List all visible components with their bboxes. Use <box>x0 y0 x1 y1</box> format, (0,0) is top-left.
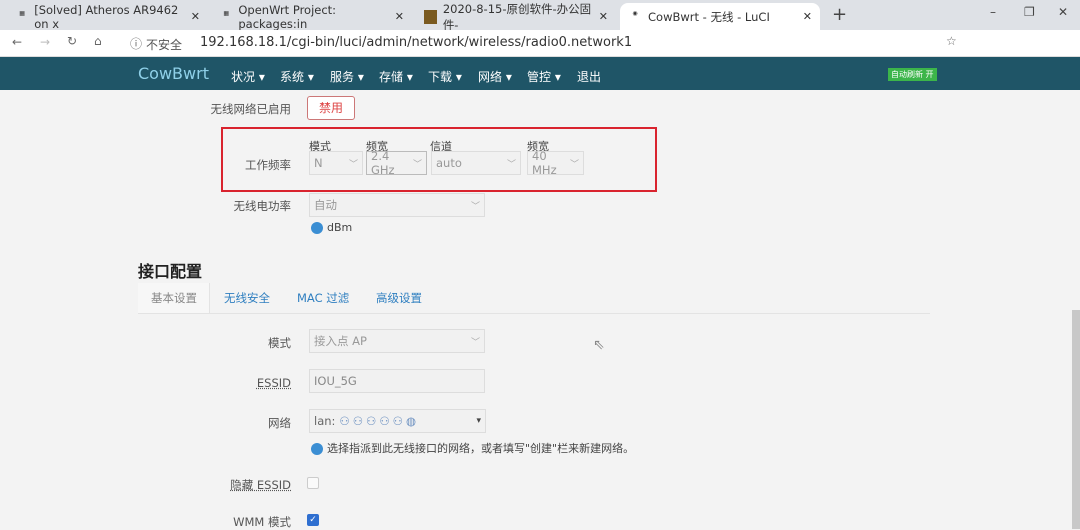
tab-advanced[interactable]: 高级设置 <box>376 290 422 306</box>
scrollbar[interactable] <box>1072 310 1080 529</box>
essid-input[interactable]: IOU_5G <box>309 369 485 393</box>
tab-security[interactable]: 无线安全 <box>224 290 270 306</box>
freq-label: 工作频率 <box>245 158 291 172</box>
nav-storage[interactable]: 存储 ▾ <box>379 68 413 85</box>
network-interface-icons: ⚇⚇⚇⚇⚇◍ <box>339 414 419 428</box>
reload-icon[interactable]: ↻ <box>67 34 77 48</box>
power-help: dBm <box>311 221 352 234</box>
nav-logout[interactable]: 退出 <box>577 68 601 85</box>
bookmark-star-icon[interactable]: ☆ <box>946 34 957 48</box>
mouse-cursor-icon: ⇖ <box>593 337 605 353</box>
iface-mode-label: 模式 <box>268 336 291 350</box>
back-icon[interactable]: ← <box>12 35 22 49</box>
disable-button[interactable]: 禁用 <box>307 96 355 120</box>
hidden-essid-label: 隐藏 ESSID <box>230 478 291 492</box>
close-tab-icon[interactable]: ✕ <box>191 10 200 23</box>
browser-tab[interactable]: 2020-8-15-原创软件-办公固件- ✕ <box>416 2 616 32</box>
url-input[interactable]: 192.168.18.1/cgi-bin/luci/admin/network/… <box>200 35 632 50</box>
close-tab-icon[interactable]: ✕ <box>395 10 404 23</box>
browser-tab-strip: ▦ [Solved] Atheros AR9462 on x ✕ ▦ OpenWrt … <box>0 0 1080 32</box>
channel-select[interactable]: auto ﹀ <box>431 151 521 175</box>
brand-logo[interactable]: CowBwrt <box>138 64 209 83</box>
new-tab-button[interactable]: + <box>832 4 847 25</box>
nav-status[interactable]: 状况 ▾ <box>231 68 265 85</box>
tab-mac-filter[interactable]: MAC 过滤 <box>297 290 349 306</box>
mode-select[interactable]: N ﹀ <box>309 151 363 175</box>
network-select[interactable]: lan: ⚇⚇⚇⚇⚇◍ ▾ <box>309 409 486 433</box>
close-window-button[interactable]: ✕ <box>1058 5 1068 19</box>
close-tab-icon[interactable]: ✕ <box>599 10 608 23</box>
hidden-essid-checkbox[interactable] <box>307 477 319 489</box>
width-select[interactable]: 40 MHz ﹀ <box>527 149 584 177</box>
info-icon: ⓘ <box>130 37 143 51</box>
nav-network[interactable]: 网络 ▾ <box>478 68 512 85</box>
power-label: 无线电功率 <box>233 199 292 213</box>
essid-label: ESSID <box>256 376 291 390</box>
nav-control[interactable]: 管控 ▾ <box>527 68 561 85</box>
power-select[interactable]: 自动 ﹀ <box>309 193 485 217</box>
close-tab-icon[interactable]: ✕ <box>803 10 812 23</box>
band-select[interactable]: 2.4 GHz ﹀ <box>366 149 427 177</box>
auto-refresh-badge[interactable]: 自动刷新 开 <box>888 68 937 81</box>
enabled-label: 无线网络已启用 <box>210 102 292 116</box>
tab-basic[interactable]: 基本设置 <box>151 290 197 306</box>
help-icon <box>311 443 323 455</box>
openwrt-icon: ▦ <box>223 9 230 17</box>
browser-tab-active[interactable]: ◉ CowBwrt - 无线 - LuCI ✕ <box>620 3 820 30</box>
top-nav: CowBwrt 状况 ▾ 系统 ▾ 服务 ▾ 存储 ▾ 下载 ▾ 网络 ▾ 管控… <box>0 57 1080 90</box>
openwrt-forum-icon: ▦ <box>19 9 25 17</box>
browser-tab[interactable]: ▦ [Solved] Atheros AR9462 on x ✕ <box>8 3 208 31</box>
luci-icon: ◉ <box>632 9 638 17</box>
network-label: 网络 <box>268 416 291 430</box>
forward-icon[interactable]: → <box>40 35 50 49</box>
minimize-button[interactable]: – <box>990 5 996 19</box>
nav-system[interactable]: 系统 ▾ <box>280 68 314 85</box>
security-label: 不安全 <box>146 38 183 52</box>
nav-services[interactable]: 服务 ▾ <box>330 68 364 85</box>
network-help: 选择指派到此无线接口的网络，或者填写"创建"栏来新建网络。 <box>311 440 634 456</box>
wmm-label: WMM 模式 <box>233 515 291 529</box>
browser-tab[interactable]: ▦ OpenWrt Project: packages:in ✕ <box>212 3 412 31</box>
wmm-checkbox[interactable]: ✓ <box>307 514 319 526</box>
tab-divider <box>138 313 930 314</box>
nav-download[interactable]: 下载 ▾ <box>428 68 462 85</box>
help-icon <box>311 222 323 234</box>
iface-mode-select[interactable]: 接入点 AP ﹀ <box>309 329 485 353</box>
address-bar: ← → ↻ ⌂ ⓘ 不安全 192.168.18.1/cgi-bin/luci/… <box>0 30 1080 57</box>
home-icon[interactable]: ⌂ <box>94 34 102 48</box>
maximize-button[interactable]: ❐ <box>1024 5 1035 19</box>
section-title: 接口配置 <box>138 262 203 281</box>
folder-icon <box>424 9 437 24</box>
